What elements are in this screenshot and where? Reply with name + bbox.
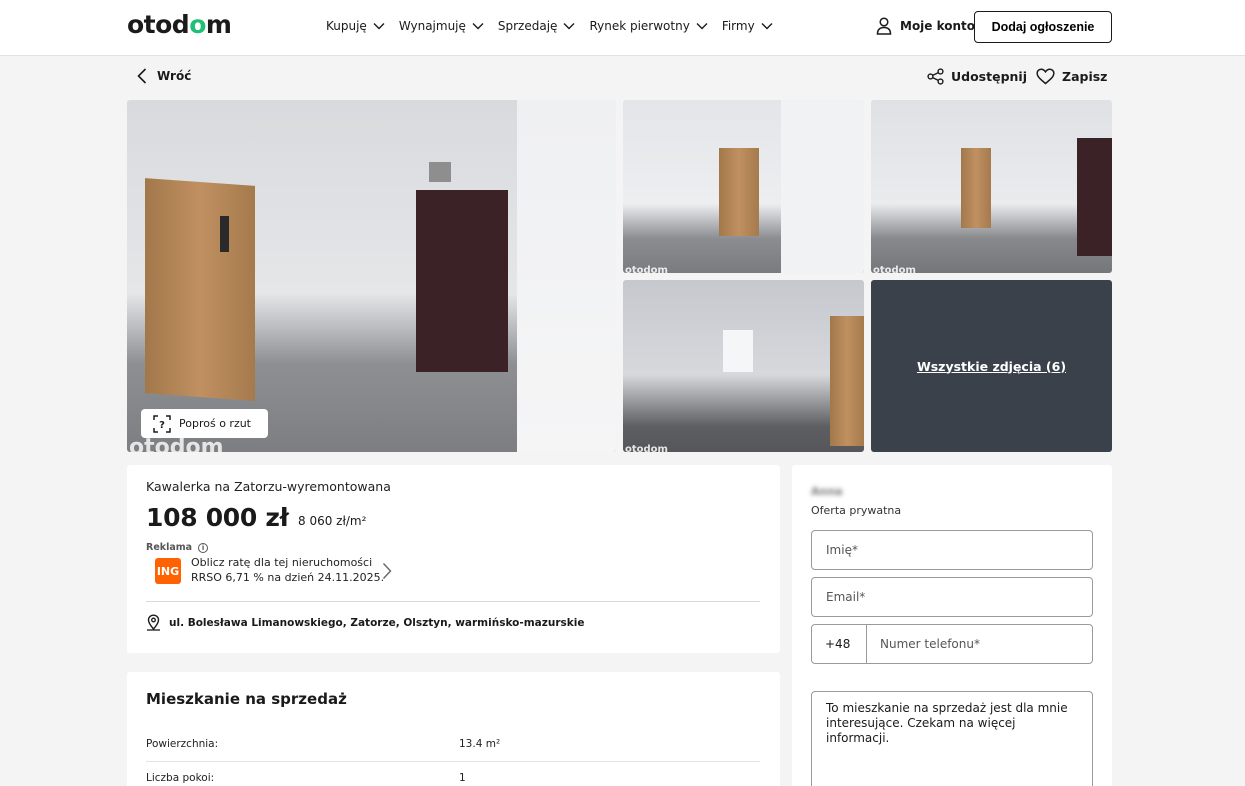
chevron-down-icon: [563, 23, 575, 30]
user-icon: [876, 17, 892, 35]
chevron-down-icon: [373, 23, 385, 30]
contact-form-card: Anna Oferta prywatna +48 To mieszkanie n…: [792, 465, 1112, 786]
price-per-m2: 8 060 zł/m²: [298, 514, 367, 528]
detail-label-area: Powierzchnia:: [146, 738, 219, 750]
my-account-link[interactable]: Moje konto: [876, 17, 975, 35]
photo-door-dark: [416, 190, 508, 372]
divider: [146, 761, 760, 762]
photo-door-wood: [145, 178, 255, 401]
listing-price: 108 000 zł: [146, 503, 289, 532]
photo-thumbnail[interactable]: otodom: [623, 100, 864, 273]
name-field[interactable]: [811, 530, 1093, 570]
seller-name: Anna: [811, 485, 843, 498]
listing-details-card: Mieszkanie na sprzedaż Powierzchnia: 13.…: [127, 672, 780, 786]
mortgage-ad[interactable]: Oblicz ratę dla tej nieruchomości RRSO 6…: [191, 555, 384, 585]
message-textarea[interactable]: To mieszkanie na sprzedaż jest dla mnie …: [811, 691, 1093, 786]
offer-type: Oferta prywatna: [811, 504, 902, 517]
photo-thumbnail[interactable]: otodom: [871, 100, 1112, 273]
divider: [146, 601, 760, 602]
detail-value-area: 13.4 m²: [459, 738, 501, 750]
detail-label-rooms: Liczba pokoi:: [146, 772, 215, 784]
chevron-down-icon: [761, 23, 773, 30]
chevron-right-icon[interactable]: [382, 562, 392, 580]
floor-plan-icon: ?: [153, 414, 171, 433]
main-photo[interactable]: otodom ? Poproś o rzut: [127, 100, 616, 452]
add-listing-button[interactable]: Dodaj ogłoszenie: [974, 11, 1112, 43]
watermark: otodom: [625, 444, 668, 452]
share-icon: [927, 68, 944, 85]
nav-kupuje[interactable]: Kupuję: [326, 19, 385, 33]
request-floor-plan-button[interactable]: ? Poproś o rzut: [141, 409, 268, 438]
heart-icon: [1036, 68, 1055, 85]
chevron-down-icon: [472, 23, 484, 30]
info-icon[interactable]: i: [198, 542, 209, 553]
nav-wynajmuje[interactable]: Wynajmuję: [399, 19, 484, 33]
nav-sprzedaje[interactable]: Sprzedaję: [498, 19, 576, 33]
chevron-down-icon: [696, 23, 708, 30]
svg-text:?: ?: [159, 420, 165, 431]
ad-label: Reklama i: [146, 542, 209, 553]
save-favorite-button[interactable]: Zapisz: [1036, 68, 1107, 85]
ing-lion-logo: ING: [155, 558, 181, 584]
nav-firmy[interactable]: Firmy: [722, 19, 773, 33]
main-nav: Kupuję Wynajmuję Sprzedaję Rynek pierwot…: [326, 19, 773, 33]
detail-value-rooms: 1: [459, 772, 466, 784]
phone-field[interactable]: [867, 625, 1092, 663]
listing-summary-card: Kawalerka na Zatorzu-wyremontowana 108 0…: [127, 465, 780, 653]
all-photos-tile[interactable]: Wszystkie zdjęcia (6): [871, 280, 1112, 452]
all-photos-link[interactable]: Wszystkie zdjęcia (6): [917, 359, 1066, 374]
listing-address[interactable]: ul. Bolesława Limanowskiego, Zatorze, Ol…: [146, 614, 584, 631]
phone-field-group: +48: [811, 624, 1093, 664]
nav-rynek-pierwotny[interactable]: Rynek pierwotny: [589, 19, 708, 33]
otodom-logo[interactable]: otodom: [127, 10, 232, 39]
listing-title: Kawalerka na Zatorzu-wyremontowana: [146, 479, 391, 494]
photo-thumbnail[interactable]: otodom: [623, 280, 864, 452]
photo-window: [723, 330, 753, 372]
chevron-left-icon: [137, 68, 147, 84]
email-field[interactable]: [811, 577, 1093, 617]
details-title: Mieszkanie na sprzedaż: [146, 690, 347, 708]
watermark: otodom: [873, 265, 916, 273]
map-pin-icon: [147, 614, 160, 631]
phone-prefix-select[interactable]: +48: [812, 625, 867, 663]
top-navbar: otodom Kupuję Wynajmuję Sprzedaję Rynek …: [0, 0, 1245, 56]
watermark: otodom: [625, 265, 668, 273]
back-link[interactable]: Wróć: [137, 68, 191, 84]
share-button[interactable]: Udostępnij: [927, 68, 1027, 85]
